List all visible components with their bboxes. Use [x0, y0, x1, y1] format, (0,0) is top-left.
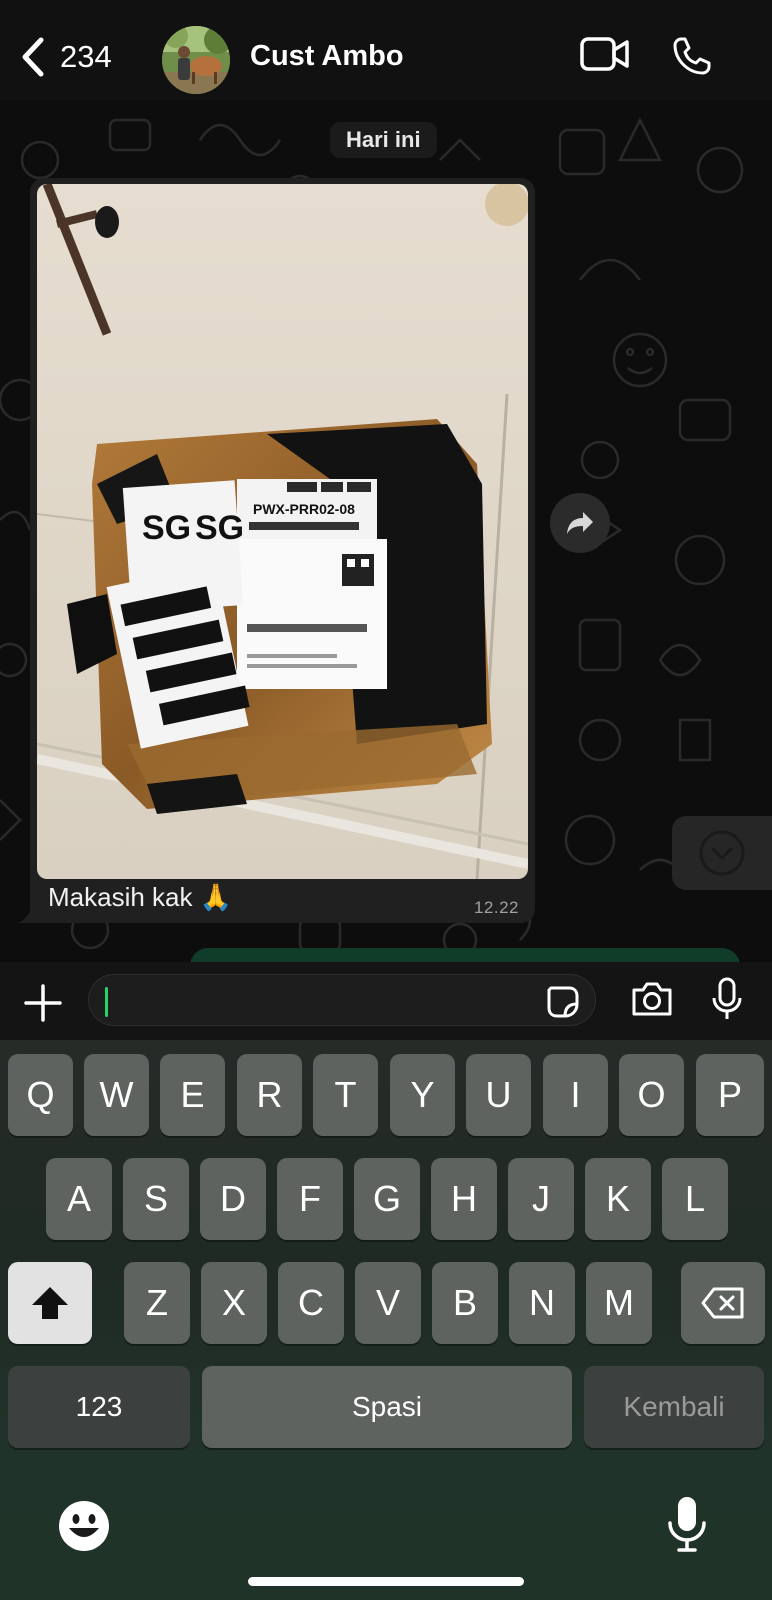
- key-e[interactable]: E: [160, 1054, 225, 1136]
- key-w[interactable]: W: [84, 1054, 149, 1136]
- camera-button[interactable]: [630, 980, 674, 1023]
- message-caption: Makasih kak 🙏: [48, 882, 233, 912]
- key-a[interactable]: A: [46, 1158, 112, 1240]
- microphone-icon: [668, 1497, 706, 1552]
- key-p[interactable]: P: [696, 1054, 764, 1136]
- contact-name[interactable]: Cust Ambo: [250, 40, 404, 73]
- space-key[interactable]: Spasi: [202, 1366, 572, 1448]
- key-z[interactable]: Z: [124, 1262, 190, 1344]
- shift-key[interactable]: [8, 1262, 92, 1344]
- camera-icon: [632, 982, 672, 1016]
- on-screen-keyboard: Q W E R T Y U I O P A S D F G H J K L Z …: [0, 1040, 772, 1600]
- key-h[interactable]: H: [431, 1158, 497, 1240]
- phone-icon: [673, 37, 711, 75]
- date-separator: Hari ini: [330, 122, 437, 158]
- key-b[interactable]: B: [432, 1262, 498, 1344]
- sticker-icon: [547, 986, 579, 1018]
- plus-icon: [24, 984, 62, 1022]
- parcel-route-code: PWX-PRR02-08: [253, 501, 355, 517]
- sticker-button[interactable]: [545, 984, 581, 1025]
- microphone-icon: [712, 977, 742, 1019]
- back-button[interactable]: 234: [20, 36, 112, 78]
- key-j[interactable]: J: [508, 1158, 574, 1240]
- unread-count: 234: [60, 39, 112, 74]
- attach-button[interactable]: [22, 982, 64, 1029]
- forward-arrow-icon: [567, 512, 593, 534]
- chevron-down-circle-icon: [699, 830, 745, 876]
- numbers-key[interactable]: 123: [8, 1366, 190, 1448]
- date-label: Hari ini: [346, 127, 421, 152]
- key-m[interactable]: M: [586, 1262, 652, 1344]
- emoji-face-icon: [59, 1501, 109, 1551]
- chevron-left-icon: [22, 37, 44, 77]
- key-q[interactable]: Q: [8, 1054, 73, 1136]
- key-s[interactable]: S: [123, 1158, 189, 1240]
- key-i[interactable]: I: [543, 1054, 608, 1136]
- message-photo[interactable]: PWX-PRR02-08 SG SG: [37, 184, 528, 879]
- emoji-keyboard-button[interactable]: [58, 1500, 110, 1557]
- brand-mark-left: SG: [142, 509, 191, 547]
- message-compose-bar: [0, 962, 772, 1040]
- key-n[interactable]: N: [509, 1262, 575, 1344]
- key-g[interactable]: G: [354, 1158, 420, 1240]
- parcel-photo-illustration: PWX-PRR02-08 SG SG: [37, 184, 528, 879]
- video-camera-icon: [580, 37, 629, 71]
- incoming-image-message[interactable]: PWX-PRR02-08 SG SG Makasih kak 🙏 12.22: [30, 178, 535, 923]
- return-key[interactable]: Kembali: [584, 1366, 764, 1448]
- key-t[interactable]: T: [313, 1054, 378, 1136]
- forward-button[interactable]: [550, 493, 610, 553]
- key-x[interactable]: X: [201, 1262, 267, 1344]
- key-u[interactable]: U: [466, 1054, 531, 1136]
- chat-header: 234 Cust Ambo: [0, 0, 772, 100]
- backspace-icon: [701, 1287, 744, 1319]
- text-cursor: [105, 987, 108, 1017]
- key-o[interactable]: O: [619, 1054, 684, 1136]
- key-v[interactable]: V: [355, 1262, 421, 1344]
- avatar[interactable]: [162, 26, 230, 94]
- video-call-button[interactable]: [580, 36, 630, 77]
- voice-call-button[interactable]: [672, 36, 712, 81]
- key-f[interactable]: F: [277, 1158, 343, 1240]
- scroll-to-bottom-button[interactable]: [672, 816, 772, 890]
- key-r[interactable]: R: [237, 1054, 302, 1136]
- key-k[interactable]: K: [585, 1158, 651, 1240]
- voice-note-button[interactable]: [710, 976, 744, 1027]
- message-time: 12.22: [473, 898, 519, 917]
- shift-arrow-icon: [32, 1287, 68, 1319]
- brand-mark-right: SG: [195, 509, 244, 547]
- backspace-key[interactable]: [681, 1262, 765, 1344]
- key-y[interactable]: Y: [390, 1054, 455, 1136]
- key-l[interactable]: L: [662, 1158, 728, 1240]
- key-d[interactable]: D: [200, 1158, 266, 1240]
- home-indicator[interactable]: [248, 1577, 524, 1586]
- dictation-button[interactable]: [665, 1495, 709, 1558]
- key-c[interactable]: C: [278, 1262, 344, 1344]
- message-input[interactable]: [88, 974, 596, 1026]
